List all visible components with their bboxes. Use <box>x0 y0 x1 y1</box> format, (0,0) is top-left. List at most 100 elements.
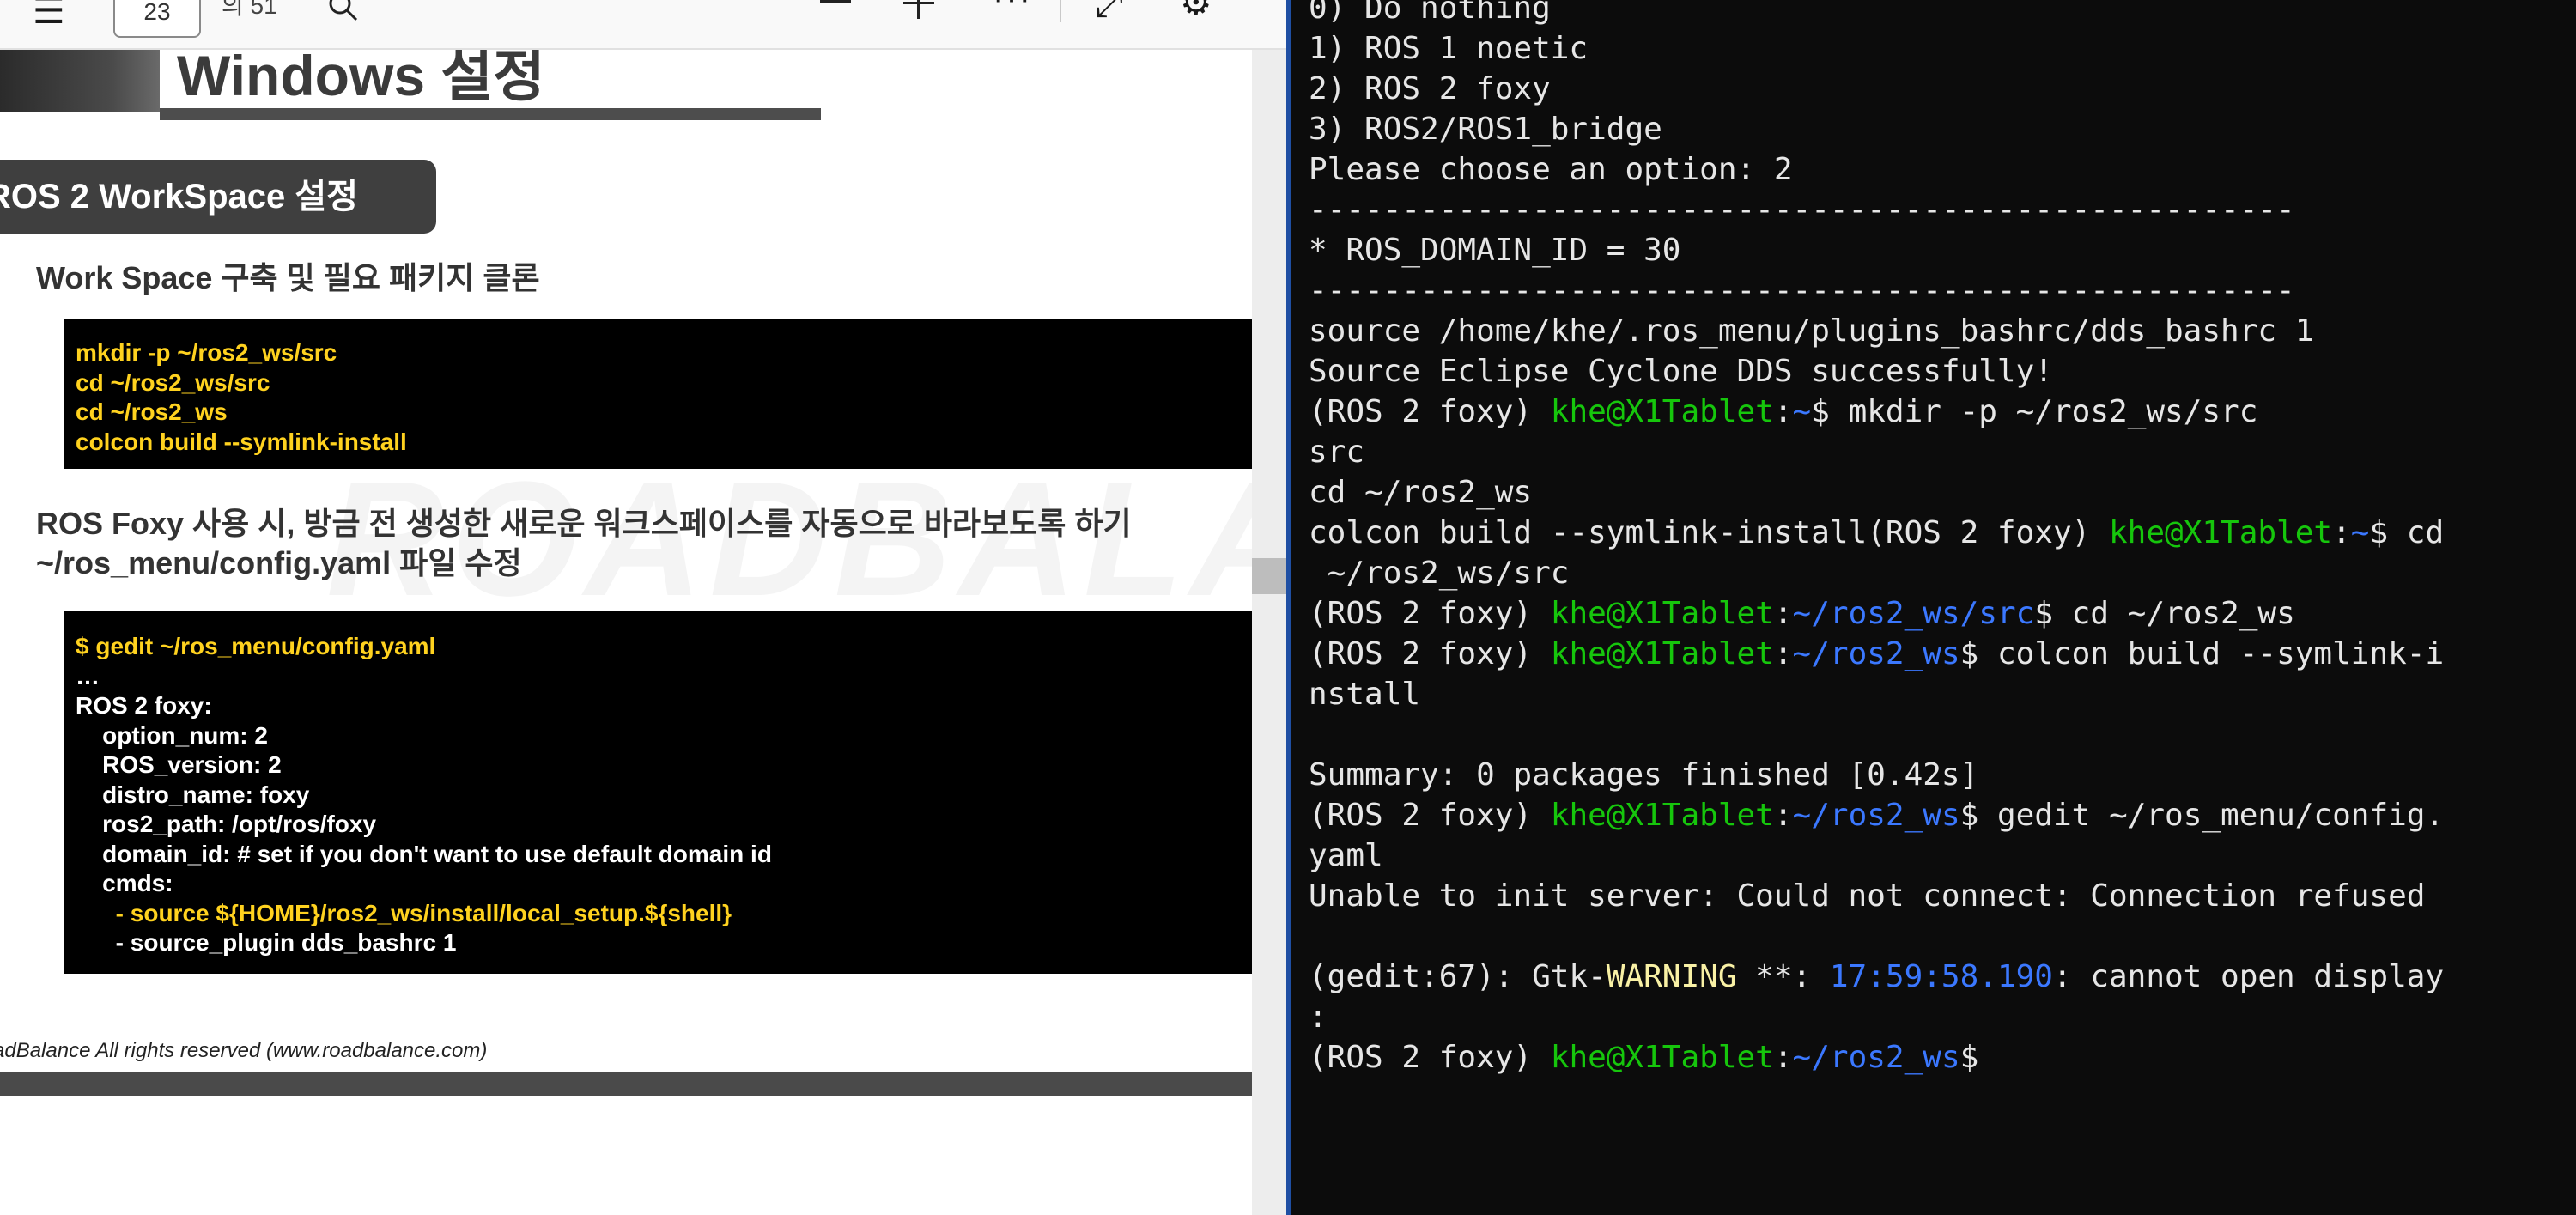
terminal-text: $ cd <box>2369 515 2445 550</box>
code-line: cmds: <box>76 870 173 896</box>
terminal-line: Unable to init server: Could not connect… <box>1309 876 2562 916</box>
terminal-text: source /home/khe/.ros_menu/plugins_bashr… <box>1309 313 2314 349</box>
terminal-path: ~/ros2_ws/src <box>1792 596 2035 631</box>
terminal-user-host: khe@X1Tablet <box>1550 798 1774 833</box>
heading-foxy-config: ROS Foxy 사용 시, 방금 전 생성한 새로운 워크스페이스를 자동으로… <box>36 506 1132 541</box>
terminal-text: WARNING <box>1606 959 1737 994</box>
terminal-line: source /home/khe/.ros_menu/plugins_bashr… <box>1309 311 2562 351</box>
terminal-line: ----------------------------------------… <box>1309 190 2562 230</box>
terminal-text: : <box>1773 798 1793 833</box>
terminal-text: nstall <box>1309 677 1421 712</box>
terminal-text: Summary: 0 packages finished [0.42s] <box>1309 757 1979 793</box>
terminal-line: 1) ROS 1 noetic <box>1309 28 2562 69</box>
page-number-input[interactable]: 23 <box>113 0 201 38</box>
table-of-contents-icon[interactable]: ☰ <box>33 0 65 29</box>
terminal-line: src <box>1309 432 2562 472</box>
fit-page-icon[interactable]: ⤢ <box>1096 0 1123 22</box>
terminal-line: 3) ROS2/ROS1_bridge <box>1309 109 2562 149</box>
terminal-line: * ROS_DOMAIN_ID = 30 <box>1309 230 2562 270</box>
terminal-path: ~/ros2_ws <box>1792 1040 1960 1075</box>
gear-icon[interactable]: ⚙ <box>1180 0 1212 21</box>
section-badge-label: ROS 2 WorkSpace 설정 <box>0 178 358 216</box>
search-icon[interactable] <box>326 0 361 28</box>
code-block-config-yaml: $ gedit ~/ros_menu/config.yaml … ROS 2 fox… <box>64 611 1252 974</box>
terminal-text: : <box>1309 999 1327 1035</box>
terminal-text: 3) ROS2/ROS1_bridge <box>1309 112 1662 147</box>
code-line: … <box>76 662 100 690</box>
terminal-path: ~/ros2_ws <box>1792 636 1960 671</box>
pdf-scrollbar[interactable] <box>1252 50 1286 1215</box>
terminal-path: ~ <box>2350 515 2370 550</box>
terminal-text: $ cd ~/ros2_ws <box>2034 596 2295 631</box>
terminal-text: cd ~/ros2_ws <box>1309 475 1533 510</box>
code-line: ROS 2 foxy: <box>76 692 212 719</box>
terminal-text: $ <box>1959 1040 1979 1075</box>
terminal-output: 0) Do nothing 1) ROS 1 noetic 2) ROS 2 fox… <box>1309 0 2562 1078</box>
terminal-text: Please choose an option: 2 <box>1309 152 1793 187</box>
code-line: domain_id: # set if you don't want to us… <box>76 840 772 867</box>
code-line: colcon build --symlink-install <box>76 428 407 455</box>
terminal-line: 0) Do nothing <box>1309 0 2562 28</box>
slide-title: Windows 설정 <box>177 50 545 107</box>
terminal-line: ----------------------------------------… <box>1309 270 2562 311</box>
terminal-text: ~/ros2_ws/src <box>1309 556 1570 591</box>
section-badge: ROS 2 WorkSpace 설정 <box>0 160 436 234</box>
terminal-text: $ mkdir -p ~/ros2_ws/src <box>1811 394 2258 429</box>
terminal-text: Source Eclipse Cyclone DDS successfully! <box>1309 354 2053 389</box>
code-line: ROS_version: 2 <box>76 751 282 778</box>
terminal-text: Unable to init server: Could not connect… <box>1309 878 2426 914</box>
terminal-text: : cannot open display <box>2052 959 2445 994</box>
code-line: option_num: 2 <box>76 721 268 749</box>
terminal-user-host: khe@X1Tablet <box>1550 636 1774 671</box>
terminal-line: (ROS 2 foxy) khe@X1Tablet:~/ros2_ws$ <box>1309 1037 2562 1078</box>
terminal-path: ~ <box>1792 394 1812 429</box>
code-line: - source_plugin dds_bashrc 1 <box>76 929 457 956</box>
terminal-line: colcon build --symlink-install(ROS 2 fox… <box>1309 513 2562 553</box>
terminal-line: yaml <box>1309 835 2562 876</box>
terminal-path: ~/ros2_ws <box>1792 798 1960 833</box>
heading-foxy-config-file: ~/ros_menu/config.yaml 파일 수정 <box>36 545 522 580</box>
zoom-in-icon[interactable] <box>903 0 934 19</box>
terminal-text: (ROS 2 foxy) <box>1309 1040 1551 1075</box>
terminal-line: : <box>1309 997 2562 1037</box>
pdf-toolbar: ☰ 23 의 51 ··· ⤢ ⚙ <box>0 0 1286 50</box>
terminal-text: 1) ROS 1 noetic <box>1309 31 1589 66</box>
more-options-icon[interactable]: ··· <box>993 0 1032 15</box>
code-line: cd ~/ros2_ws <box>76 398 228 425</box>
pdf-scroll-thumb[interactable] <box>1252 558 1286 594</box>
terminal-line: (ROS 2 foxy) khe@X1Tablet:~$ mkdir -p ~/… <box>1309 392 2562 432</box>
terminal-text: : <box>1773 1040 1793 1075</box>
terminal-text: (ROS 2 foxy) <box>1309 394 1551 429</box>
terminal-text: (ROS 2 foxy) <box>1309 596 1551 631</box>
toolbar-separator <box>1060 0 1061 22</box>
footer-copyright: adBalance All rights reserved (www.roadb… <box>0 1039 488 1062</box>
terminal-line: nstall <box>1309 674 2562 714</box>
terminal-line: cd ~/ros2_ws <box>1309 472 2562 513</box>
terminal-text: src <box>1309 434 1365 470</box>
terminal-line: (ROS 2 foxy) khe@X1Tablet:~/ros2_ws$ ged… <box>1309 795 2562 835</box>
terminal-window[interactable]: 0) Do nothing 1) ROS 1 noetic 2) ROS 2 fox… <box>1291 0 2576 1215</box>
terminal-text: colcon build --symlink-install(ROS 2 fox… <box>1309 515 2109 550</box>
terminal-text: $ gedit ~/ros_menu/config. <box>1959 798 2445 833</box>
terminal-text: ----------------------------------------… <box>1309 192 2295 228</box>
terminal-text: (ROS 2 foxy) <box>1309 636 1551 671</box>
code-line: - source ${HOME}/ros2_ws/install/local_s… <box>76 899 732 926</box>
terminal-text: : <box>2332 515 2351 550</box>
terminal-line: (ROS 2 foxy) khe@X1Tablet:~/ros2_ws/src$… <box>1309 593 2562 634</box>
zoom-out-icon[interactable] <box>820 0 851 3</box>
code-line: cd ~/ros2_ws/src <box>76 368 270 396</box>
title-accent-bar <box>0 50 160 112</box>
terminal-text: yaml <box>1309 838 1383 873</box>
pdf-viewer: ☰ 23 의 51 ··· ⤢ ⚙ ROADBALANCE Windows 설정… <box>0 0 1286 1215</box>
terminal-line: (gedit:67): Gtk-WARNING **: 17:59:58.190… <box>1309 957 2562 997</box>
terminal-text: (ROS 2 foxy) <box>1309 798 1551 833</box>
code-line: ros2_path: /opt/ros/foxy <box>76 811 377 837</box>
code-line: $ gedit ~/ros_menu/config.yaml <box>76 633 436 659</box>
code-line: distro_name: foxy <box>76 781 310 808</box>
footer-bar <box>0 1072 1252 1096</box>
terminal-user-host: khe@X1Tablet <box>1550 1040 1774 1075</box>
page-total-label: 의 51 <box>222 0 277 19</box>
code-line: mkdir -p ~/ros2_ws/src <box>76 339 337 366</box>
